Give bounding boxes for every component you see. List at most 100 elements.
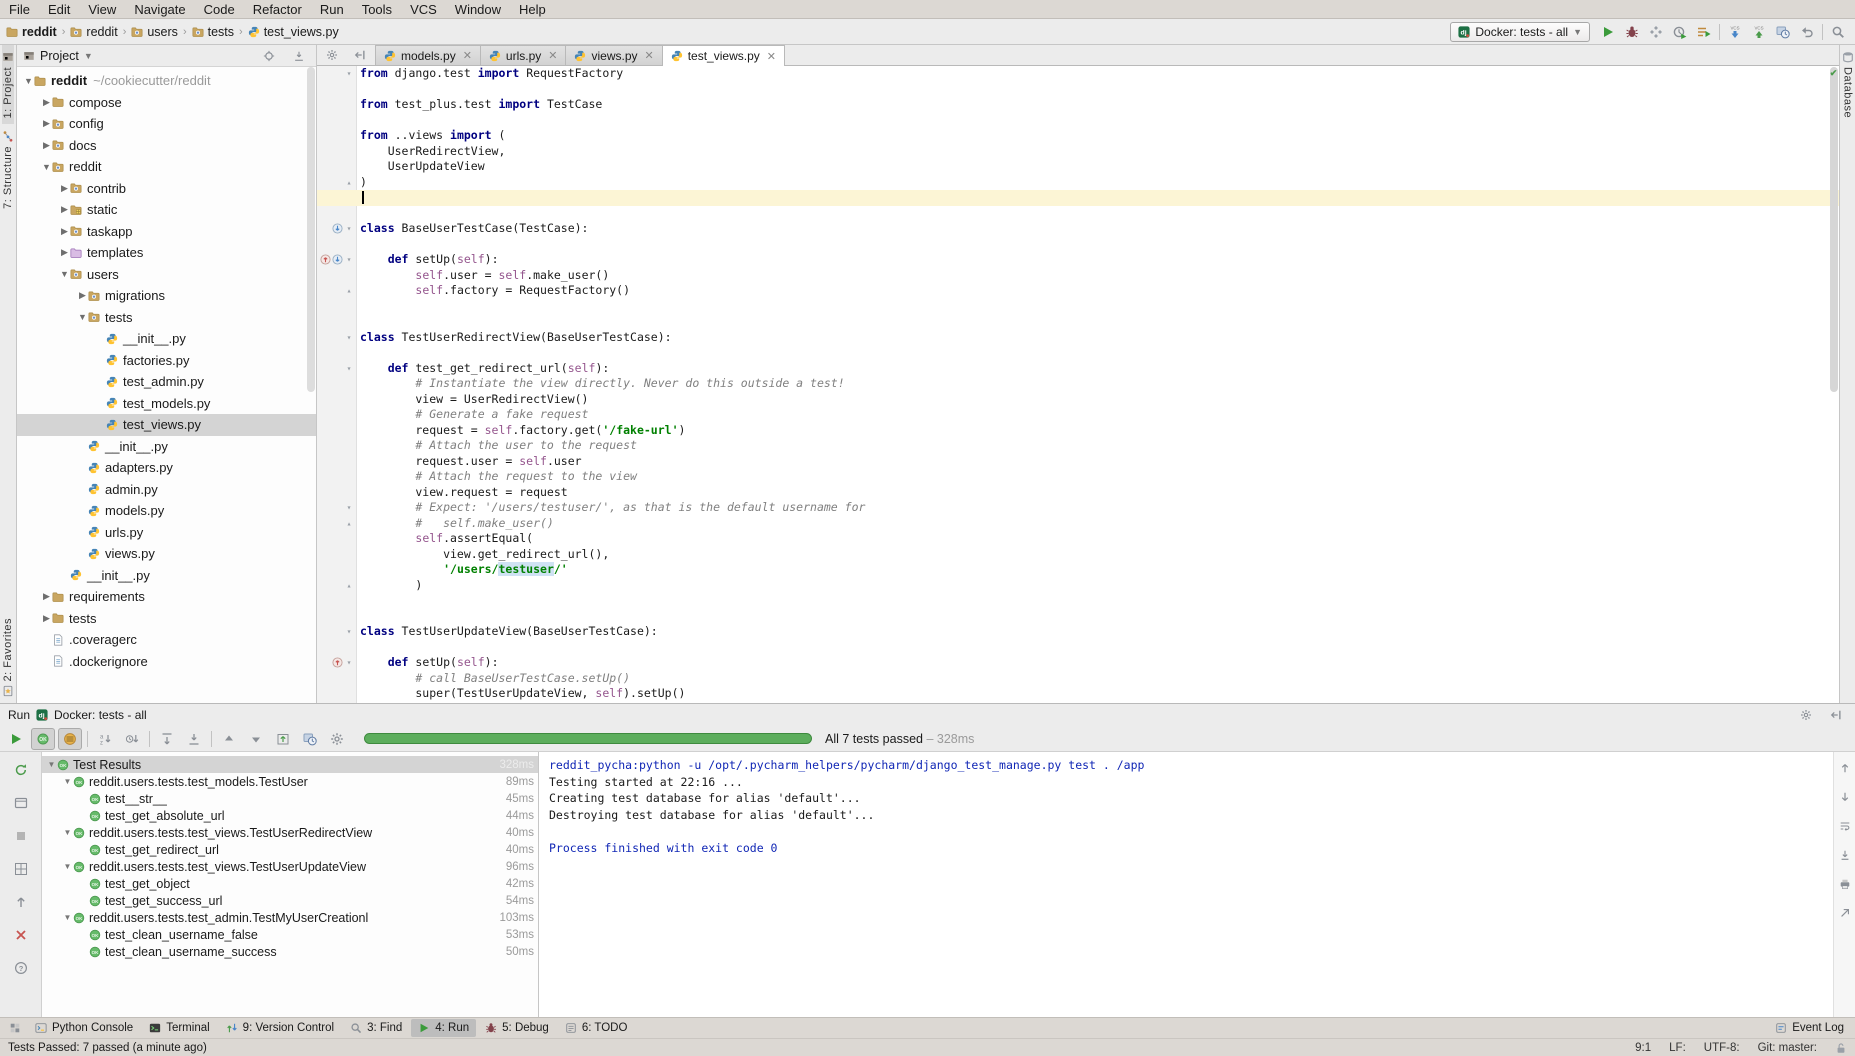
tree-item[interactable]: urls.py bbox=[17, 522, 316, 544]
vcs-update-button[interactable]: VCS bbox=[1724, 22, 1746, 42]
status-widget[interactable]: UTF-8: bbox=[1704, 1042, 1740, 1054]
profiler-button[interactable] bbox=[1669, 22, 1691, 42]
tree-item[interactable]: __init__.py bbox=[17, 436, 316, 458]
expand-arrow-icon[interactable]: ▶ bbox=[59, 183, 70, 194]
collapse-arrow-icon[interactable]: ▼ bbox=[23, 76, 34, 86]
close-tab-icon[interactable]: ✕ bbox=[767, 50, 776, 63]
collapse-arrow-icon[interactable]: ▼ bbox=[62, 777, 73, 786]
sort-by-duration-button[interactable] bbox=[120, 728, 144, 750]
close-tab-icon[interactable]: ✕ bbox=[548, 49, 557, 62]
expand-arrow-icon[interactable]: ▶ bbox=[41, 140, 52, 151]
tool-window-button-4-run[interactable]: 4: Run bbox=[411, 1019, 476, 1037]
tree-item[interactable]: ▶tests bbox=[17, 608, 316, 630]
show-ignored-toggle[interactable] bbox=[58, 728, 82, 750]
test-console-output[interactable]: reddit_pycha:python -u /opt/.pycharm_hel… bbox=[539, 752, 1833, 1017]
tool-window-button-database[interactable]: Database bbox=[1842, 45, 1854, 124]
test-row[interactable]: ▼OKTest Results328ms bbox=[42, 756, 538, 773]
test-row[interactable]: OKtest_clean_username_false53ms bbox=[42, 926, 538, 943]
test-row[interactable]: OKtest_get_absolute_url44ms bbox=[42, 807, 538, 824]
menu-vcs[interactable]: VCS bbox=[401, 0, 446, 18]
fold-marker-icon[interactable]: ▴ bbox=[344, 519, 354, 528]
show-passed-toggle[interactable]: OK bbox=[31, 728, 55, 750]
fold-marker-icon[interactable]: ▾ bbox=[344, 255, 354, 264]
fold-marker-icon[interactable]: ▴ bbox=[344, 178, 354, 187]
overrides-icon[interactable] bbox=[332, 657, 343, 668]
run-config-select[interactable]: dj Docker: tests - all ▼ bbox=[1450, 22, 1590, 42]
fold-marker-icon[interactable]: ▴ bbox=[344, 581, 354, 590]
test-row[interactable]: OKtest_get_redirect_url40ms bbox=[42, 841, 538, 858]
editor-settings-button[interactable] bbox=[321, 45, 343, 65]
fold-marker-icon[interactable]: ▾ bbox=[344, 503, 354, 512]
fold-marker-icon[interactable]: ▾ bbox=[344, 658, 354, 667]
status-widget[interactable]: LF: bbox=[1669, 1042, 1686, 1054]
rerun-button[interactable] bbox=[10, 760, 32, 780]
previous-failed-button[interactable] bbox=[217, 728, 241, 750]
tree-item[interactable]: ▼reddit bbox=[17, 156, 316, 178]
tree-item[interactable]: test_admin.py bbox=[17, 371, 316, 393]
collapse-arrow-icon[interactable]: ▼ bbox=[77, 312, 88, 322]
collapse-all-button[interactable] bbox=[182, 728, 206, 750]
collapse-arrow-icon[interactable]: ▼ bbox=[62, 913, 73, 922]
toggle-output-button[interactable] bbox=[10, 793, 32, 813]
menu-refactor[interactable]: Refactor bbox=[244, 0, 311, 18]
tool-window-button-event-log[interactable]: Event Log bbox=[1768, 1019, 1851, 1037]
tree-item[interactable]: ▶docs bbox=[17, 135, 316, 157]
run-button[interactable] bbox=[1597, 22, 1619, 42]
next-failed-button[interactable] bbox=[244, 728, 268, 750]
expand-all-button[interactable] bbox=[155, 728, 179, 750]
tree-item[interactable]: ▼tests bbox=[17, 307, 316, 329]
hide-panel-button[interactable] bbox=[349, 45, 371, 65]
readonly-lock-icon[interactable] bbox=[1835, 1042, 1847, 1054]
tool-window-button-9-version-control[interactable]: 9: Version Control bbox=[219, 1019, 341, 1037]
tree-item[interactable]: test_views.py bbox=[17, 414, 316, 436]
fold-marker-icon[interactable]: ▾ bbox=[344, 364, 354, 373]
menu-run[interactable]: Run bbox=[311, 0, 353, 18]
pin-tab-button[interactable] bbox=[10, 892, 32, 912]
rerun-tests-button[interactable] bbox=[4, 728, 28, 750]
tree-item[interactable]: ▶contrib bbox=[17, 178, 316, 200]
expand-arrow-icon[interactable]: ▶ bbox=[59, 204, 70, 215]
tool-window-switcher-button[interactable] bbox=[4, 1018, 26, 1038]
expand-arrow-icon[interactable]: ▶ bbox=[41, 118, 52, 129]
collapse-all-button[interactable] bbox=[288, 46, 310, 66]
tree-item[interactable]: ▼users bbox=[17, 264, 316, 286]
fold-marker-icon[interactable]: ▾ bbox=[344, 69, 354, 78]
test-row[interactable]: OKtest_get_object42ms bbox=[42, 875, 538, 892]
scroll-up-button[interactable] bbox=[1834, 758, 1855, 778]
breadcrumb-item[interactable]: reddit bbox=[6, 25, 57, 39]
fold-marker-icon[interactable]: ▾ bbox=[344, 627, 354, 636]
tree-item[interactable]: admin.py bbox=[17, 479, 316, 501]
expand-arrow-icon[interactable]: ▶ bbox=[59, 226, 70, 237]
inspections-ok-icon[interactable]: ✔ bbox=[1829, 69, 1838, 78]
editor-tab[interactable]: urls.py✕ bbox=[480, 45, 567, 65]
menu-navigate[interactable]: Navigate bbox=[125, 0, 194, 18]
test-row[interactable]: ▼OKreddit.users.tests.test_admin.TestMyU… bbox=[42, 909, 538, 926]
tree-item[interactable]: ▶compose bbox=[17, 92, 316, 114]
expand-arrow-icon[interactable]: ▶ bbox=[41, 97, 52, 108]
expand-arrow-icon[interactable]: ▶ bbox=[59, 247, 70, 258]
close-tab-icon[interactable]: ✕ bbox=[463, 49, 472, 62]
tree-item[interactable]: ▶taskapp bbox=[17, 221, 316, 243]
overridden-icon[interactable] bbox=[332, 223, 343, 234]
tree-item[interactable]: models.py bbox=[17, 500, 316, 522]
tool-window-button-2-favorites[interactable]: 2: Favorites bbox=[2, 612, 14, 703]
test-history-button[interactable] bbox=[298, 728, 322, 750]
tool-window-button-5-debug[interactable]: 5: Debug bbox=[478, 1019, 556, 1037]
sort-alphabetically-button[interactable]: az bbox=[93, 728, 117, 750]
scroll-down-button[interactable] bbox=[1834, 787, 1855, 807]
breadcrumb-item[interactable]: test_views.py bbox=[248, 25, 339, 39]
menu-edit[interactable]: Edit bbox=[39, 0, 79, 18]
breadcrumb-item[interactable]: tests bbox=[192, 25, 234, 39]
tree-item[interactable]: ▶config bbox=[17, 113, 316, 135]
settings-button[interactable] bbox=[1795, 705, 1817, 725]
menu-code[interactable]: Code bbox=[195, 0, 244, 18]
tree-item[interactable]: ▶templates bbox=[17, 242, 316, 264]
test-settings-button[interactable] bbox=[325, 728, 349, 750]
collapse-arrow-icon[interactable]: ▼ bbox=[59, 269, 70, 279]
tree-item[interactable]: factories.py bbox=[17, 350, 316, 372]
editor-tab[interactable]: views.py✕ bbox=[565, 45, 662, 65]
tree-item[interactable]: test_models.py bbox=[17, 393, 316, 415]
editor-scrollbar[interactable] bbox=[1829, 67, 1839, 702]
expand-arrow-icon[interactable]: ▶ bbox=[77, 290, 88, 301]
overrides-icon[interactable] bbox=[320, 254, 331, 265]
